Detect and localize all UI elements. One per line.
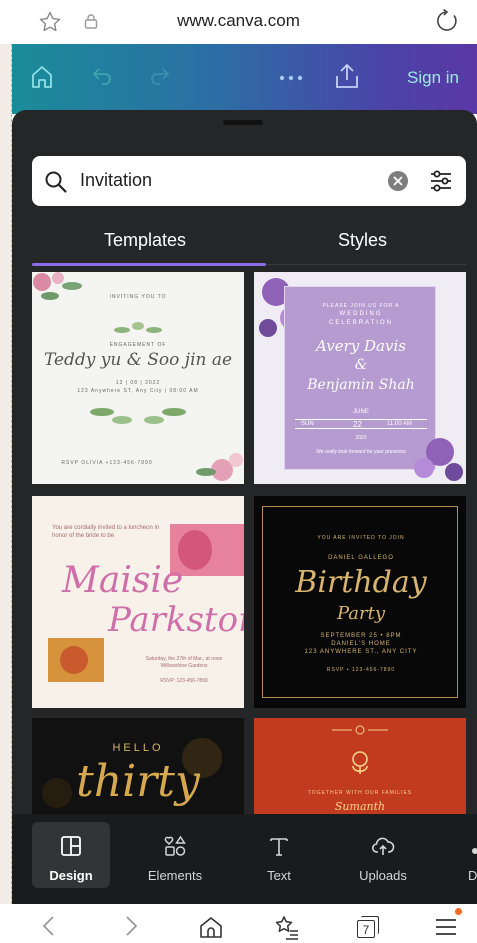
active-tab-indicator: [32, 263, 266, 266]
template-card-luncheon[interactable]: You are cordially invited to a luncheon …: [32, 496, 244, 708]
template-card-thirty[interactable]: HELLO thirty: [32, 718, 244, 814]
uploads-icon: [371, 837, 395, 855]
redo-icon[interactable]: [148, 64, 172, 88]
more-options-icon[interactable]: [278, 74, 304, 82]
card4-date: SEPTEMBER 25 • 8PM: [320, 633, 402, 639]
tab-bar: Templates Styles: [32, 222, 466, 266]
card5-title: thirty: [76, 756, 200, 807]
panel-drag-handle[interactable]: [223, 120, 263, 125]
card2-amp: &: [354, 357, 368, 373]
card4-place: DANIEL'S HOME: [331, 641, 391, 647]
card3-details: Saturday, the 27th of Mar., at noon Will…: [145, 656, 223, 669]
tool-elements-label: Elements: [147, 868, 203, 883]
tool-design-label: Design: [49, 868, 93, 883]
card4-rsvp: RSVP • 123-456-7890: [326, 667, 396, 673]
template-card-engagement[interactable]: INVITING YOU TO ENGAGEMENT OF Teddy yu &…: [32, 272, 244, 484]
tab-count: 7: [362, 923, 370, 937]
card3-name2: Parkston: [108, 600, 244, 640]
search-input[interactable]: Invitation: [80, 170, 152, 191]
ornament-icon: [332, 725, 388, 735]
tab-styles[interactable]: Styles: [338, 230, 387, 251]
card6-line: TOGETHER WITH OUR FAMILIES: [307, 790, 413, 796]
card3-intro: You are cordially invited to a luncheon …: [52, 525, 160, 539]
template-grid: INVITING YOU TO ENGAGEMENT OF Teddy yu &…: [32, 272, 466, 814]
tabs-button[interactable]: 7: [354, 914, 380, 940]
elements-icon: [164, 835, 186, 856]
card2-day-left: SUN: [301, 421, 314, 427]
share-icon[interactable]: [334, 62, 360, 90]
card1-sub-text: ENGAGEMENT OF: [109, 342, 167, 348]
browser-bottom-bar: 7: [0, 904, 477, 943]
clear-search-button[interactable]: [388, 171, 408, 191]
reload-icon[interactable]: [434, 8, 460, 34]
card4-top: YOU ARE INVITED TO JOIN: [317, 535, 405, 541]
menu-icon[interactable]: [434, 914, 458, 938]
card4-address: 123 ANYWHERE ST., ANY CITY: [304, 649, 418, 655]
tool-uploads-label: Uploads: [359, 868, 407, 883]
card2-line3: CELEBRATION: [329, 320, 393, 326]
leaf-wreath-image: [114, 322, 162, 333]
card2-line2: WEDDING: [339, 311, 383, 317]
flower-photo: [48, 638, 104, 682]
text-icon: [270, 838, 288, 856]
card4-title1: Birthday: [295, 565, 427, 600]
card1-address: 123 Anywhere ST, Any City | 08:00 AM: [77, 388, 199, 394]
card1-names: Teddy yu & Soo jin ae: [43, 350, 233, 370]
back-icon[interactable]: [40, 914, 58, 938]
tool-text-label: Text: [267, 868, 291, 883]
template-card-ceremony[interactable]: TOGETHER WITH OUR FAMILIES Sumanth: [254, 718, 466, 814]
canva-header: Sign in: [12, 44, 477, 114]
greenery-image: [90, 408, 186, 424]
ganesha-icon: [352, 751, 368, 774]
card2-line1: PLEASE JOIN US FOR A: [322, 303, 400, 309]
undo-icon[interactable]: [90, 64, 114, 88]
page-edge: [0, 44, 12, 904]
template-card-birthday[interactable]: YOU ARE INVITED TO JOIN DANIEL GALLEGO B…: [254, 496, 466, 708]
purple-flowers-image: [414, 438, 463, 481]
home-icon[interactable]: [198, 914, 224, 940]
card2-name1: Avery Davis: [316, 337, 406, 355]
card3-rsvp: RSVP: 123-456-7890: [160, 678, 208, 684]
search-icon: [45, 171, 67, 193]
forward-icon[interactable]: [122, 914, 140, 938]
tool-draw-label: D: [468, 868, 477, 883]
card5-hello: HELLO: [112, 742, 164, 754]
floral-corner-image: [33, 272, 82, 300]
filter-icon[interactable]: [428, 168, 454, 194]
card1-rsvp: RSVP OLIVIA +123-456-7890: [61, 460, 153, 466]
template-card-wedding[interactable]: PLEASE JOIN US FOR A WEDDING CELEBRATION…: [254, 272, 466, 484]
card6-name: Sumanth: [334, 800, 386, 813]
tool-design[interactable]: Design: [32, 822, 110, 888]
notification-dot: [455, 908, 462, 915]
draw-icon: [472, 848, 477, 854]
floral-corner-image: [196, 453, 243, 481]
card1-top-text: INVITING YOU TO: [109, 294, 167, 300]
birthday-frame: YOU ARE INVITED TO JOIN DANIEL GALLEGO B…: [262, 506, 458, 698]
browser-address-bar: www.canva.com: [0, 0, 477, 44]
card1-date: 12 | 08 | 2022: [115, 380, 161, 386]
card2-day: 22: [353, 420, 362, 429]
search-bar[interactable]: Invitation: [32, 156, 466, 206]
card4-host: DANIEL GALLEGO: [328, 555, 394, 561]
editor-toolbar: Design Elements Text Uploads D: [12, 814, 477, 904]
design-icon: [61, 836, 81, 856]
tool-uploads[interactable]: Uploads: [344, 822, 422, 888]
close-icon: [393, 176, 403, 186]
tab-templates[interactable]: Templates: [104, 230, 186, 251]
url-text[interactable]: www.canva.com: [0, 11, 477, 31]
home-icon[interactable]: [30, 64, 54, 90]
bookmarks-icon[interactable]: [274, 914, 300, 940]
tool-draw[interactable]: D: [452, 822, 477, 888]
screen: www.canva.com Sign in Invitation Templat…: [0, 0, 477, 943]
sign-in-link[interactable]: Sign in: [407, 68, 459, 88]
tool-text[interactable]: Text: [240, 822, 318, 888]
tool-elements[interactable]: Elements: [136, 822, 214, 888]
templates-panel: Invitation Templates Styles INVITING YOU…: [12, 110, 477, 904]
card4-title2: Party: [336, 603, 386, 624]
card2-name2: Benjamin Shah: [307, 377, 415, 393]
card3-name1: Maisie: [62, 560, 184, 601]
